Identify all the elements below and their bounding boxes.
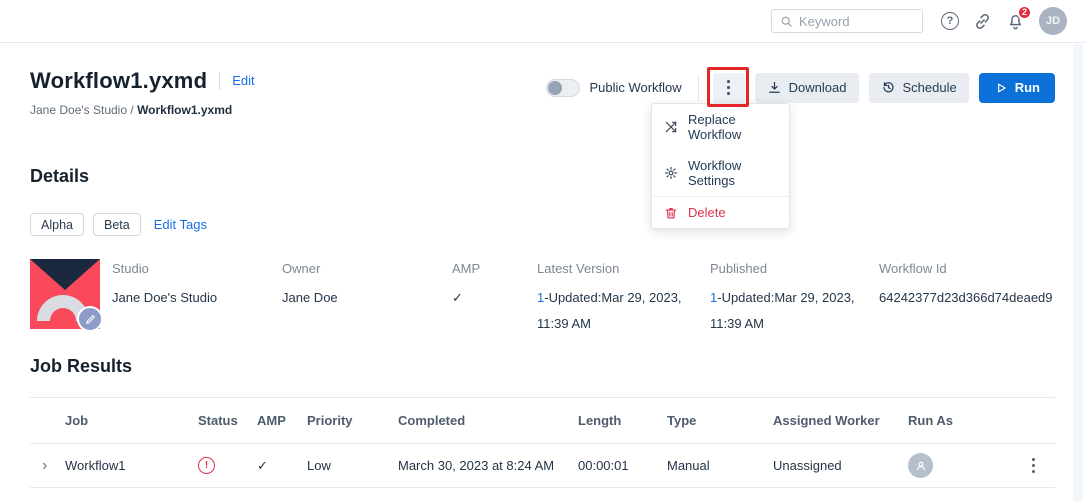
col-length: Length xyxy=(578,413,622,428)
gear-icon xyxy=(664,166,678,180)
notifications-bell-icon[interactable]: 2 xyxy=(1006,4,1032,31)
details-fields: Studio Jane Doe's Studio Owner Jane Doe … xyxy=(30,259,1053,337)
details-section: Details Alpha Beta Edit Tags Studio Jane… xyxy=(30,166,1053,337)
field-published: Published 1-Updated:Mar 29, 2023, 11:39 … xyxy=(710,261,855,331)
vertical-scrollbar[interactable] xyxy=(1073,44,1083,501)
amp-check-icon: ✓ xyxy=(452,290,463,305)
search-input[interactable] xyxy=(799,13,914,29)
assigned-worker-value: Unassigned xyxy=(773,458,842,473)
field-latest-version: Latest Version 1-Updated:Mar 29, 2023, 1… xyxy=(537,261,682,331)
workflow-thumbnail xyxy=(30,259,103,332)
menu-item-delete[interactable]: Delete xyxy=(652,196,789,228)
breadcrumb-current: Workflow1.yxmd xyxy=(137,103,233,117)
person-icon xyxy=(916,461,925,470)
public-workflow-label: Public Workflow xyxy=(589,80,682,95)
type-value: Manual xyxy=(667,458,710,473)
top-bar: ? 2 JD xyxy=(0,0,1085,43)
notification-count-badge: 2 xyxy=(1016,4,1032,20)
title-block: Workflow1.yxmd Edit Jane Doe's Studio / … xyxy=(30,68,255,117)
priority-value: Low xyxy=(307,458,331,473)
col-job: Job xyxy=(65,413,89,428)
tag-chip[interactable]: Alpha xyxy=(30,213,84,236)
breadcrumb: Jane Doe's Studio / Workflow1.yxmd xyxy=(30,103,255,117)
edit-thumbnail-button[interactable] xyxy=(77,306,103,332)
search-icon xyxy=(781,16,792,27)
col-completed: Completed xyxy=(398,413,466,428)
field-studio: Studio Jane Doe's Studio xyxy=(112,261,218,305)
table-row: › Workflow1 ! ✓ Low March 30, 2023 at 8:… xyxy=(30,444,1055,488)
edit-tags-link[interactable]: Edit Tags xyxy=(154,217,207,232)
table-header-row: Job Status AMP Priority Completed Length… xyxy=(30,398,1055,444)
job-results-section: Job Results Job Status AMP Priority Comp… xyxy=(30,356,1055,488)
col-amp: AMP xyxy=(257,413,286,428)
field-owner: Owner Jane Doe xyxy=(282,261,338,305)
download-icon xyxy=(768,81,780,93)
page-title: Workflow1.yxmd xyxy=(30,68,208,93)
run-as-avatar[interactable] xyxy=(908,453,933,478)
play-icon xyxy=(997,83,1006,92)
length-value: 00:00:01 xyxy=(578,458,629,473)
col-type: Type xyxy=(667,413,697,428)
schedule-icon xyxy=(882,82,894,93)
field-amp: AMP ✓ xyxy=(452,259,537,337)
run-button[interactable]: Run xyxy=(978,72,1055,103)
kebab-context-menu: Replace Workflow Workflow Settings Delet… xyxy=(651,103,790,229)
public-workflow-toggle[interactable] xyxy=(546,78,581,97)
more-options-kebab-button[interactable] xyxy=(712,72,745,103)
breadcrumb-studio[interactable]: Jane Doe's Studio xyxy=(30,103,127,117)
field-workflow-id: Workflow Id 64242377d23d366d74deaed9 xyxy=(879,261,1053,305)
job-results-table: Job Status AMP Priority Completed Length… xyxy=(30,397,1055,488)
job-name-link[interactable]: Workflow1 xyxy=(65,458,198,473)
download-button[interactable]: Download xyxy=(754,72,859,103)
details-heading: Details xyxy=(30,166,90,186)
amp-check-icon: ✓ xyxy=(257,457,268,473)
trash-icon xyxy=(665,207,677,219)
status-error-icon[interactable]: ! xyxy=(198,457,215,474)
tags-row: Alpha Beta Edit Tags xyxy=(30,213,1045,236)
col-priority: Priority xyxy=(307,413,353,428)
edit-title-link[interactable]: Edit xyxy=(219,72,255,90)
tag-chip[interactable]: Beta xyxy=(92,213,141,236)
col-run-as: Run As xyxy=(908,413,954,428)
schedule-button[interactable]: Schedule xyxy=(868,72,969,103)
help-icon[interactable]: ? xyxy=(941,12,959,30)
user-avatar[interactable]: JD xyxy=(1039,7,1067,35)
job-results-heading: Job Results xyxy=(30,356,133,376)
menu-item-replace-workflow[interactable]: Replace Workflow xyxy=(652,104,789,150)
workflow-actions: Public Workflow Download Schedule Run xyxy=(546,66,1055,107)
search-box[interactable] xyxy=(771,9,923,33)
link-icon[interactable] xyxy=(973,12,992,31)
col-status: Status xyxy=(198,413,238,428)
pencil-icon xyxy=(85,314,95,324)
row-actions-kebab-button[interactable] xyxy=(1018,451,1048,481)
breadcrumb-separator: / xyxy=(130,103,134,117)
actions-divider xyxy=(697,74,699,101)
toggle-knob xyxy=(548,80,563,95)
col-assigned-worker: Assigned Worker xyxy=(773,413,880,428)
completed-value: March 30, 2023 at 8:24 AM xyxy=(398,458,555,473)
menu-item-workflow-settings[interactable]: Workflow Settings xyxy=(652,150,789,196)
expand-row-chevron-icon[interactable]: › xyxy=(30,457,65,475)
replace-icon xyxy=(665,121,677,133)
